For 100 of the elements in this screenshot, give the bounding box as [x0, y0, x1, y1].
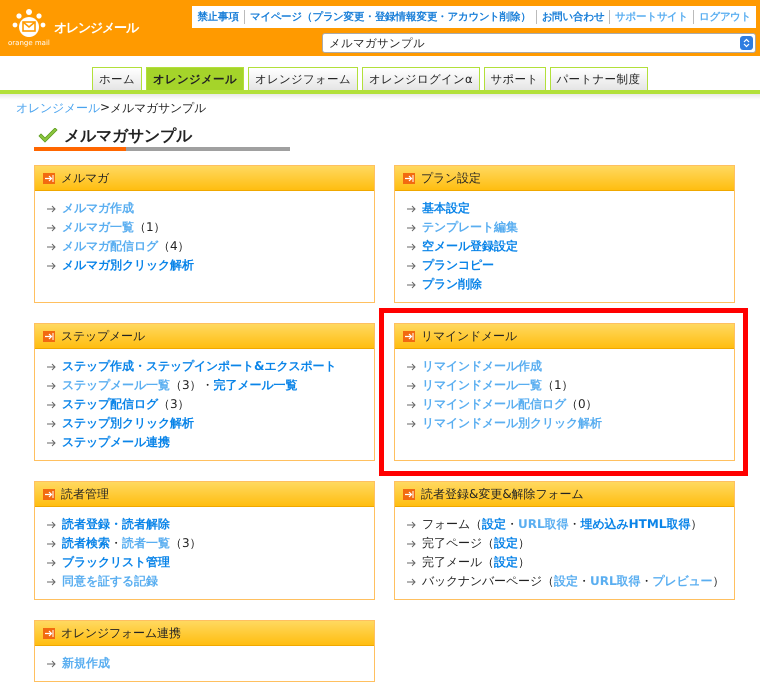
breadcrumb-separator: > — [100, 100, 110, 116]
menu-link[interactable]: 基本設定 — [422, 200, 470, 217]
arrow-icon — [407, 262, 416, 270]
nav-tab[interactable]: ホーム — [92, 67, 142, 90]
panel-title: オレンジフォーム連携 — [61, 624, 181, 642]
panel-title: プラン設定 — [421, 170, 481, 186]
nav-tab[interactable]: オレンジフォーム — [248, 67, 358, 90]
panel-arrow-icon — [403, 330, 415, 342]
nav-tab[interactable]: オレンジメール — [146, 67, 244, 90]
arrow-icon — [47, 400, 56, 408]
menu-link[interactable]: ステップ配信ログ — [62, 396, 158, 413]
menu-link[interactable]: テンプレート編集 — [422, 219, 518, 236]
item-text: （1） — [134, 219, 166, 236]
menu-link[interactable]: ステップメール連携 — [62, 434, 170, 451]
menu-link[interactable]: ステップ別クリック解析 — [62, 415, 194, 432]
dropdown-caret-icon — [740, 36, 753, 50]
arrow-icon — [47, 438, 56, 446]
menu-link[interactable]: メルマガ別クリック解析 — [62, 257, 194, 274]
menu-link[interactable]: ブラックリスト管理 — [62, 554, 170, 571]
item-text: フォーム（ — [422, 516, 482, 533]
item-text: バックナンバーページ（ — [422, 573, 554, 590]
panel-title: 読者管理 — [61, 486, 109, 502]
menu-link[interactable]: ステップ作成・ステップインポート&エクスポート — [62, 358, 336, 375]
menu-link[interactable]: 新規作成 — [62, 655, 110, 672]
menu-link[interactable]: 設定 — [494, 554, 518, 571]
arrow-icon — [47, 558, 56, 566]
arrow-icon — [407, 578, 416, 586]
menu-link[interactable]: リマインドメール一覧 — [422, 377, 542, 394]
menu-link[interactable]: 完了メール一覧 — [214, 377, 298, 394]
menu-link[interactable]: 設定 — [482, 516, 506, 533]
item-text: ・ — [568, 516, 581, 533]
panel-title: 読者登録&変更&解除フォーム — [421, 486, 584, 502]
panel-arrow-icon — [43, 628, 55, 638]
menu-link[interactable]: プラン削除 — [422, 276, 482, 293]
menu-link[interactable]: メルマガ配信ログ — [62, 238, 158, 255]
item-text: ） — [518, 554, 530, 571]
plan-select[interactable]: メルマガサンプル — [322, 33, 756, 53]
breadcrumb-current: メルマガサンプル — [110, 100, 206, 117]
item-text: ） — [690, 516, 702, 533]
envelope-logo-icon — [12, 9, 46, 39]
menu-link[interactable]: 空メール登録設定 — [422, 238, 518, 255]
arrow-icon — [47, 520, 56, 528]
item-text: （3） — [158, 396, 190, 413]
item-text: ） — [712, 573, 725, 590]
arrow-icon — [47, 578, 56, 586]
panel-arrow-icon — [403, 172, 415, 184]
arrow-icon — [407, 224, 416, 232]
panel-arrow-icon — [403, 488, 415, 500]
header-link[interactable]: マイページ（プラン変更・登録情報変更・アカウント削除） — [244, 10, 536, 24]
panel-title: メルマガ — [61, 170, 109, 186]
item-text: （0） — [566, 396, 598, 413]
item-text: （3） — [170, 377, 202, 394]
menu-link[interactable]: URL取得 — [590, 573, 641, 590]
header-link[interactable]: お問い合わせ — [536, 10, 610, 24]
arrow-icon — [407, 382, 416, 390]
breadcrumb-link[interactable]: オレンジメール — [16, 100, 100, 117]
menu-link[interactable]: 同意を証する記録 — [62, 573, 158, 590]
arrow-icon — [407, 362, 416, 370]
nav-tab[interactable]: パートナー制度 — [550, 67, 648, 90]
menu-link[interactable]: 設定 — [494, 535, 518, 552]
menu-link[interactable]: リマインドメール配信ログ — [422, 396, 566, 413]
menu-link[interactable]: 読者一覧 — [122, 535, 170, 552]
item-text: ） — [518, 535, 530, 552]
menu-link[interactable]: リマインドメール作成 — [422, 358, 542, 375]
item-text: （3） — [170, 535, 202, 552]
item-text: 完了メール（ — [422, 554, 494, 571]
panel-arrow-icon — [43, 330, 55, 342]
arrow-icon — [47, 242, 56, 250]
arrow-icon — [47, 204, 56, 212]
nav-tab[interactable]: オレンジログインα — [362, 67, 480, 90]
menu-link[interactable]: 読者登録・読者解除 — [62, 516, 170, 533]
menu-link[interactable]: ステップメール一覧 — [62, 377, 170, 394]
arrow-icon — [407, 558, 416, 566]
header-link[interactable]: ログアウト — [692, 10, 756, 24]
arrow-icon — [47, 660, 56, 668]
item-text: ・ — [578, 573, 590, 590]
item-text: ・ — [640, 573, 653, 590]
header-link[interactable]: サポートサイト — [609, 10, 693, 24]
nav-tab[interactable]: サポート — [484, 67, 546, 90]
menu-link[interactable]: メルマガ作成 — [62, 200, 134, 217]
page-title: メルマガサンプル — [64, 126, 192, 146]
panel-arrow-icon — [43, 488, 55, 500]
arrow-icon — [407, 420, 416, 428]
item-text: ・ — [506, 516, 518, 533]
arrow-icon — [47, 262, 56, 270]
menu-link[interactable]: メルマガ一覧 — [62, 219, 134, 236]
panel-title: ステップメール — [61, 328, 145, 344]
menu-link[interactable]: URL取得 — [518, 516, 569, 533]
menu-link[interactable]: 埋め込みHTML取得 — [580, 516, 690, 533]
arrow-icon — [47, 382, 56, 390]
menu-link[interactable]: 設定 — [554, 573, 578, 590]
item-text: ・ — [110, 535, 122, 552]
menu-link[interactable]: リマインドメール別クリック解析 — [422, 415, 602, 432]
item-text: （1） — [542, 377, 574, 394]
header-link[interactable]: 禁止事項 — [192, 10, 244, 24]
menu-link[interactable]: プランコピー — [422, 257, 494, 274]
menu-link[interactable]: 読者検索 — [62, 535, 110, 552]
arrow-icon — [407, 242, 416, 250]
item-text: （4） — [158, 238, 190, 255]
menu-link[interactable]: プレビュー — [652, 573, 713, 590]
